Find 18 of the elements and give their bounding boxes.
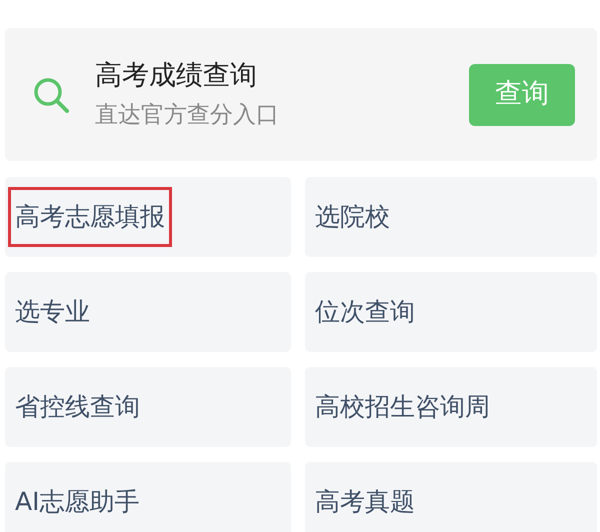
link-tile[interactable]: 位次查询 <box>305 272 597 352</box>
tile-label: 高校招生咨询周 <box>314 391 491 424</box>
tile-label: 位次查询 <box>314 296 416 328</box>
link-tile[interactable]: 高校招生咨询周 <box>305 367 597 447</box>
tile-label: 选院校 <box>314 201 391 234</box>
link-tile[interactable]: 省控线查询 <box>5 367 291 447</box>
tile-label: 选专业 <box>14 296 91 328</box>
tile-label: 省控线查询 <box>14 391 141 424</box>
card-title: 高考成绩查询 <box>95 60 258 92</box>
link-tile[interactable]: 选专业 <box>5 272 291 352</box>
tile-label: 高考真题 <box>314 486 416 518</box>
highlighted-label: 高考志愿填报 <box>8 187 172 247</box>
link-tile[interactable]: AI志愿助手 <box>5 462 291 532</box>
tile-label: AI志愿助手 <box>14 486 140 518</box>
card-subtitle: 直达官方查分入口 <box>95 102 280 130</box>
link-tile[interactable]: 选院校 <box>305 177 597 257</box>
link-tile[interactable]: 高考真题 <box>305 462 597 532</box>
link-tile[interactable]: 高考志愿填报 <box>5 177 291 257</box>
